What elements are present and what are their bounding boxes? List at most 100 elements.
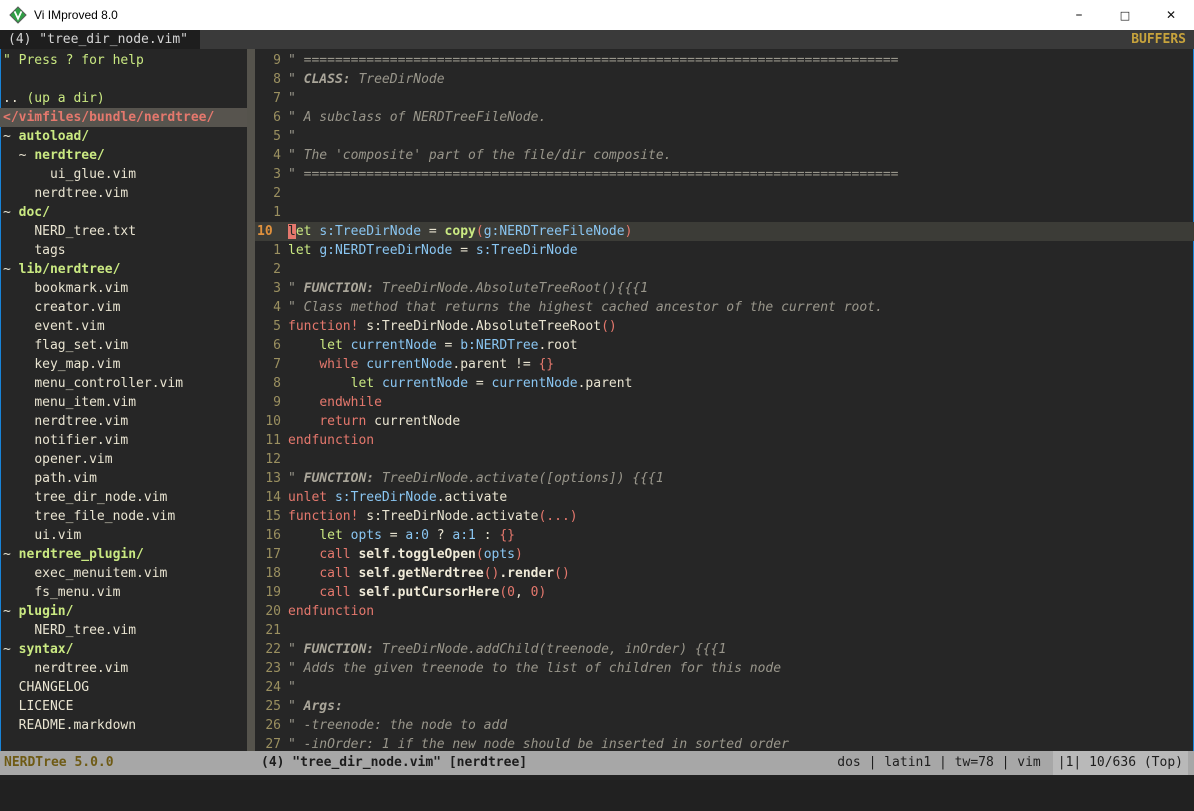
code-line[interactable]: 2	[255, 260, 1194, 279]
code-line[interactable]: 9 endwhile	[255, 393, 1194, 412]
line-number: 2	[255, 260, 281, 279]
code-line[interactable]: 6" A subclass of NERDTreeFileNode.	[255, 108, 1194, 127]
code-line[interactable]: 8" CLASS: TreeDirNode	[255, 70, 1194, 89]
tree-item[interactable]: </vimfiles/bundle/nerdtree/	[0, 108, 247, 127]
tree-item[interactable]: opener.vim	[0, 450, 247, 469]
code-line[interactable]: 4" Class method that returns the highest…	[255, 298, 1194, 317]
code-line[interactable]: 12	[255, 450, 1194, 469]
code-line[interactable]: 23" Adds the given treenode to the list …	[255, 659, 1194, 678]
code-line[interactable]: 22" FUNCTION: TreeDirNode.addChild(treen…	[255, 640, 1194, 659]
tree-item[interactable]: path.vim	[0, 469, 247, 488]
tree-item[interactable]: exec_menuitem.vim	[0, 564, 247, 583]
code-text: let g:NERDTreeDirNode = s:TreeDirNode	[281, 241, 578, 260]
tree-item[interactable]: menu_item.vim	[0, 393, 247, 412]
tree-item[interactable]: bookmark.vim	[0, 279, 247, 298]
line-number: 3	[255, 165, 281, 184]
minimize-button[interactable]: –	[1056, 0, 1102, 30]
code-line[interactable]: 11endfunction	[255, 431, 1194, 450]
code-line[interactable]: 26" -treenode: the node to add	[255, 716, 1194, 735]
code-line[interactable]: 5"	[255, 127, 1194, 146]
code-line[interactable]: 24"	[255, 678, 1194, 697]
tree-item[interactable]: ui.vim	[0, 526, 247, 545]
tree-item[interactable]: ~ autoload/	[0, 127, 247, 146]
tree-text: ~ nerdtree_plugin/	[3, 545, 144, 564]
code-text	[281, 621, 288, 640]
nerdtree-status: NERDTree 5.0.0	[4, 751, 114, 775]
file-format-info: dos | latin1 | tw=78 | vim	[837, 751, 1041, 775]
code-line[interactable]: 17 call self.toggleOpen(opts)	[255, 545, 1194, 564]
tree-item[interactable]: tree_file_node.vim	[0, 507, 247, 526]
tree-item[interactable]: flag_set.vim	[0, 336, 247, 355]
code-line[interactable]: 15function! s:TreeDirNode.activate(...)	[255, 507, 1194, 526]
tree-item[interactable]: creator.vim	[0, 298, 247, 317]
tree-item[interactable]: fs_menu.vim	[0, 583, 247, 602]
tree-item[interactable]: nerdtree.vim	[0, 184, 247, 203]
code-line[interactable]: 20endfunction	[255, 602, 1194, 621]
tree-item[interactable]: ~ nerdtree/	[0, 146, 247, 165]
tree-item[interactable]: menu_controller.vim	[0, 374, 247, 393]
tree-text: ~ plugin/	[3, 602, 73, 621]
tree-item[interactable]: CHANGELOG	[0, 678, 247, 697]
tree-item[interactable]: README.markdown	[0, 716, 247, 735]
line-number: 27	[255, 735, 281, 751]
code-line[interactable]: 9" =====================================…	[255, 51, 1194, 70]
tree-item[interactable]: nerdtree.vim	[0, 659, 247, 678]
code-line[interactable]: 14unlet s:TreeDirNode.activate	[255, 488, 1194, 507]
code-line[interactable]: 3" FUNCTION: TreeDirNode.AbsoluteTreeRoo…	[255, 279, 1194, 298]
tree-text: ui.vim	[3, 526, 81, 545]
code-line[interactable]: 7 while currentNode.parent != {}	[255, 355, 1194, 374]
code-line[interactable]: 2	[255, 184, 1194, 203]
tree-item[interactable]: tags	[0, 241, 247, 260]
code-line[interactable]: 10 return currentNode	[255, 412, 1194, 431]
tree-item[interactable]: .. (up a dir)	[0, 89, 247, 108]
code-line[interactable]: 5function! s:TreeDirNode.AbsoluteTreeRoo…	[255, 317, 1194, 336]
code-line[interactable]: 7"	[255, 89, 1194, 108]
code-text: endfunction	[281, 602, 374, 621]
tree-item[interactable]: ~ plugin/	[0, 602, 247, 621]
tab-tree-dir-node[interactable]: (4) "tree_dir_node.vim"	[0, 30, 200, 49]
tree-text: </vimfiles/bundle/nerdtree/	[3, 108, 214, 127]
tree-item[interactable]: notifier.vim	[0, 431, 247, 450]
tree-item[interactable]: tree_dir_node.vim	[0, 488, 247, 507]
tree-item[interactable]: " Press ? for help	[0, 51, 247, 70]
tree-item[interactable]: nerdtree.vim	[0, 412, 247, 431]
window-vertical-separator[interactable]	[247, 49, 255, 751]
code-line[interactable]: 6 let currentNode = b:NERDTree.root	[255, 336, 1194, 355]
line-number: 19	[255, 583, 281, 602]
tree-item[interactable]: NERD_tree.vim	[0, 621, 247, 640]
tree-item[interactable]: key_map.vim	[0, 355, 247, 374]
code-line[interactable]: 19 call self.putCursorHere(0, 0)	[255, 583, 1194, 602]
code-text: " FUNCTION: TreeDirNode.activate([option…	[281, 469, 664, 488]
command-line[interactable]	[0, 775, 1194, 811]
tree-item[interactable]: ~ lib/nerdtree/	[0, 260, 247, 279]
tree-item[interactable]: ui_glue.vim	[0, 165, 247, 184]
code-line[interactable]: 18 call self.getNerdtree().render()	[255, 564, 1194, 583]
tree-item[interactable]: ~ doc/	[0, 203, 247, 222]
tree-text: menu_controller.vim	[3, 374, 183, 393]
tree-item[interactable]: ~ nerdtree_plugin/	[0, 545, 247, 564]
tree-item[interactable]: event.vim	[0, 317, 247, 336]
tree-item[interactable]: ~ syntax/	[0, 640, 247, 659]
code-line[interactable]: 16 let opts = a:0 ? a:1 : {}	[255, 526, 1194, 545]
code-line[interactable]: 1	[255, 203, 1194, 222]
code-text: let currentNode = currentNode.parent	[281, 374, 632, 393]
code-text: " ======================================…	[281, 165, 898, 184]
tree-text: menu_item.vim	[3, 393, 136, 412]
code-line[interactable]: 8 let currentNode = currentNode.parent	[255, 374, 1194, 393]
tree-item[interactable]: LICENCE	[0, 697, 247, 716]
code-line[interactable]: 3" =====================================…	[255, 165, 1194, 184]
code-line[interactable]: 1let g:NERDTreeDirNode = s:TreeDirNode	[255, 241, 1194, 260]
code-text: "	[281, 678, 296, 697]
tree-item[interactable]: NERD_tree.txt	[0, 222, 247, 241]
window-title: Vi IMproved 8.0	[34, 8, 118, 22]
maximize-button[interactable]: □	[1102, 0, 1148, 30]
code-line[interactable]: 27" -inOrder: 1 if the new node should b…	[255, 735, 1194, 751]
code-line[interactable]: 25" Args:	[255, 697, 1194, 716]
code-line[interactable]: 4" The 'composite' part of the file/dir …	[255, 146, 1194, 165]
tree-item[interactable]	[0, 70, 247, 89]
nerdtree-sidebar: " Press ? for help .. (up a dir)</vimfile…	[0, 49, 247, 751]
close-button[interactable]: ✕	[1148, 0, 1194, 30]
code-line[interactable]: 21	[255, 621, 1194, 640]
code-line[interactable]: 13" FUNCTION: TreeDirNode.activate([opti…	[255, 469, 1194, 488]
code-line[interactable]: 10let s:TreeDirNode = copy(g:NERDTreeFil…	[255, 222, 1194, 241]
